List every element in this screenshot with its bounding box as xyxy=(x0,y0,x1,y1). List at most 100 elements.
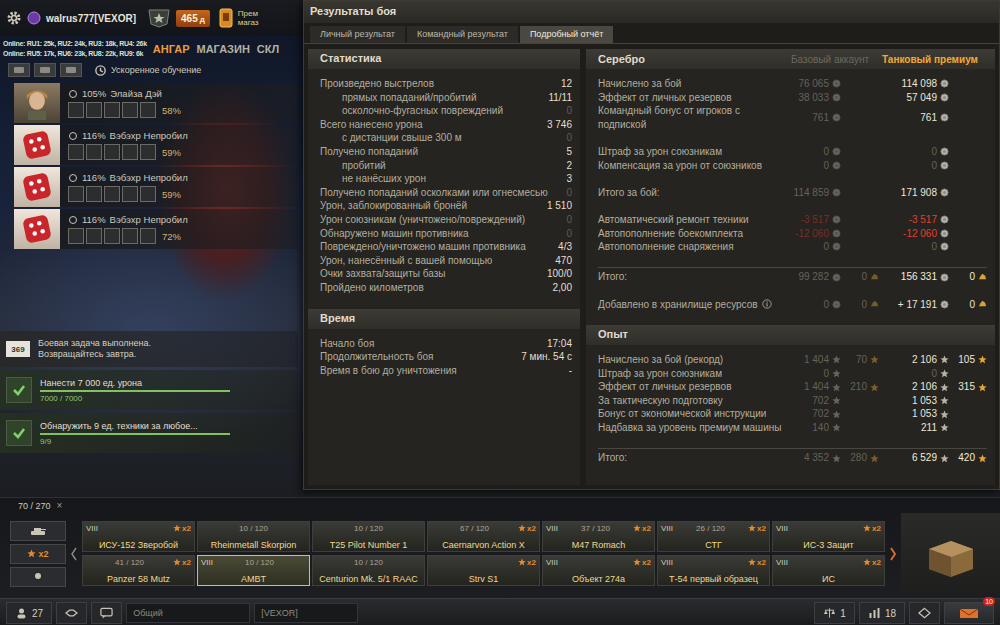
clear-filter-button[interactable]: × xyxy=(57,500,63,511)
crew-member[interactable]: 116% Вэбэхр Непробил 59% xyxy=(14,125,298,165)
row-label: Компенсация за урон от союзников xyxy=(598,159,787,173)
squad-button[interactable]: 1 xyxy=(814,602,855,624)
mission-item[interactable]: Обнаружить 9 ед. техники за любое... 9/9 xyxy=(0,413,298,453)
skill-icon[interactable] xyxy=(68,144,84,160)
silver-coin-icon xyxy=(940,273,949,282)
nav-item[interactable]: МАГАЗИН xyxy=(196,43,249,55)
section-header: Статистика xyxy=(308,49,580,69)
crew-member[interactable]: 116% Вэбэхр Непробил 72% xyxy=(14,209,298,249)
chat-channel-field[interactable]: Общий xyxy=(126,603,250,623)
row-label: не нанёсших урон xyxy=(320,172,426,186)
results-tab[interactable]: Личный результат xyxy=(310,26,405,43)
notifications-button[interactable]: 10 xyxy=(944,602,994,624)
skill-icon[interactable] xyxy=(122,102,138,118)
info-icon[interactable] xyxy=(762,299,772,309)
tank-card[interactable]: VIII x2 ИСУ-152 Зверобой xyxy=(82,521,195,552)
skill-icon[interactable] xyxy=(104,102,120,118)
skill-icon[interactable] xyxy=(86,102,102,118)
bonus-filter-button[interactable]: x2 xyxy=(10,544,66,564)
crew-member[interactable]: 116% Вэбэхр Непробил 59% xyxy=(14,167,298,207)
skill-icon[interactable] xyxy=(122,186,138,202)
nav-item[interactable]: СКЛ xyxy=(257,43,279,55)
crew-tool-button[interactable] xyxy=(34,63,56,77)
crew-tool-button[interactable] xyxy=(8,63,30,77)
premium-days[interactable]: 465д xyxy=(176,10,210,27)
results-tab[interactable]: Командный результат xyxy=(407,26,518,43)
premium-shop-icon[interactable] xyxy=(219,8,233,28)
role-icon xyxy=(68,215,78,225)
loot-box-slot[interactable] xyxy=(901,513,1000,594)
tank-card[interactable]: VIII 10 / 120 AMBT xyxy=(197,555,310,586)
skill-icon[interactable] xyxy=(104,186,120,202)
mission-counter[interactable]: 369 xyxy=(6,341,30,357)
skill-icon[interactable] xyxy=(68,102,84,118)
row-label: Продолжительность боя xyxy=(320,350,433,364)
tank-card[interactable]: VIII 37 / 120 x2 M47 Romach xyxy=(542,521,655,552)
accelerated-training-label[interactable]: Ускоренное обучение xyxy=(111,65,201,75)
crew-tool-button[interactable] xyxy=(60,63,82,77)
experience-star-icon xyxy=(940,383,949,392)
skill-icon[interactable] xyxy=(140,228,156,244)
clan-channel-field[interactable]: [VEXOR] xyxy=(254,603,358,623)
tank-card[interactable]: VIII x2 Т-54 первый образец xyxy=(657,555,770,586)
free-experience-icon xyxy=(870,454,879,463)
tank-card[interactable]: 10 / 120 T25 Pilot Number 1 xyxy=(312,521,425,552)
tank-card[interactable]: x2 Strv S1 xyxy=(427,555,540,586)
statistics-row: Получено попаданий 5 xyxy=(320,145,572,159)
tank-card[interactable]: VIII x2 ИС-3 Защит xyxy=(772,521,885,552)
skill-icon[interactable] xyxy=(68,228,84,244)
tank-card[interactable]: 41 / 120 x2 Panzer 58 Mutz xyxy=(82,555,195,586)
nav-item[interactable]: АНГАР xyxy=(153,43,190,55)
tank-card-top: 67 / 120 x2 xyxy=(431,523,536,533)
base-alt-icon-cell xyxy=(869,355,879,364)
referral-button[interactable] xyxy=(909,602,940,624)
contacts-button[interactable] xyxy=(56,602,87,624)
skill-icon[interactable] xyxy=(86,186,102,202)
tank-card[interactable]: 10 / 120 Rheinmetall Skorpion xyxy=(197,521,310,552)
results-tab[interactable]: Подробный отчёт xyxy=(520,26,613,43)
skill-icon[interactable] xyxy=(86,228,102,244)
mission-item[interactable]: Нанести 7 000 ед. урона 7000 / 7000 xyxy=(0,370,298,410)
skill-icon[interactable] xyxy=(68,186,84,202)
tank-card[interactable]: VIII x2 ИС xyxy=(772,555,885,586)
chat-button[interactable] xyxy=(91,602,122,624)
skill-icon[interactable] xyxy=(86,144,102,160)
time-rows: Начало боя 17:04Продолжительность боя 7 … xyxy=(308,329,580,392)
crew-member[interactable]: 105% Элайза Дэй 58% xyxy=(14,83,298,123)
skill-icon[interactable] xyxy=(140,186,156,202)
scales-icon xyxy=(823,607,836,619)
premium-shop-text: магаз xyxy=(238,18,259,27)
crew-name: Элайза Дэй xyxy=(110,88,162,99)
tank-card[interactable]: 67 / 120 x2 Caernarvon Action X xyxy=(427,521,540,552)
account-name[interactable]: walrus777[VEXOR] xyxy=(46,13,136,24)
tank-name: Centurion Mk. 5/1 RAAC xyxy=(316,574,421,584)
premium-shop-label[interactable]: Преммагаз xyxy=(238,9,259,27)
skill-icon[interactable] xyxy=(122,144,138,160)
filter-button[interactable] xyxy=(10,521,66,541)
base-alt-value: 70 xyxy=(843,353,867,367)
tank-name: Rheinmetall Skorpion xyxy=(201,540,306,550)
missions-panel: 369 Боевая задача выполнена.Возвращайтес… xyxy=(0,331,298,453)
filter-button[interactable] xyxy=(10,567,66,587)
skill-icon[interactable] xyxy=(122,228,138,244)
tank-card[interactable]: VIII x2 Объект 274a xyxy=(542,555,655,586)
stats-button[interactable]: 18 xyxy=(859,602,905,624)
premium-icon-cell xyxy=(939,188,949,197)
tank-card[interactable]: VIII 26 / 120 x2 СТГ xyxy=(657,521,770,552)
skill-icon[interactable] xyxy=(104,144,120,160)
skill-icon[interactable] xyxy=(140,144,156,160)
scroll-right-icon[interactable] xyxy=(889,546,897,562)
settings-gear-icon[interactable] xyxy=(6,10,22,26)
skill-icon[interactable] xyxy=(104,228,120,244)
window-title[interactable]: Результаты боя xyxy=(304,1,999,23)
base-icon-cell xyxy=(831,113,841,122)
players-button[interactable]: 27 xyxy=(6,602,52,624)
statistics-row: прямых попаданий/пробитий 11/11 xyxy=(320,91,572,105)
statistics-row: Получено попаданий осколками или огнесме… xyxy=(320,186,572,200)
scroll-left-icon[interactable] xyxy=(70,546,78,562)
tank-card[interactable]: 10 / 120 Centurion Mk. 5/1 RAAC xyxy=(312,555,425,586)
statistics-panel: Статистика Произведено выстрелов 12прямы… xyxy=(308,49,580,485)
experience-star-icon xyxy=(832,383,841,392)
skill-icon[interactable] xyxy=(140,102,156,118)
base-alt-value: 210 xyxy=(843,380,867,394)
